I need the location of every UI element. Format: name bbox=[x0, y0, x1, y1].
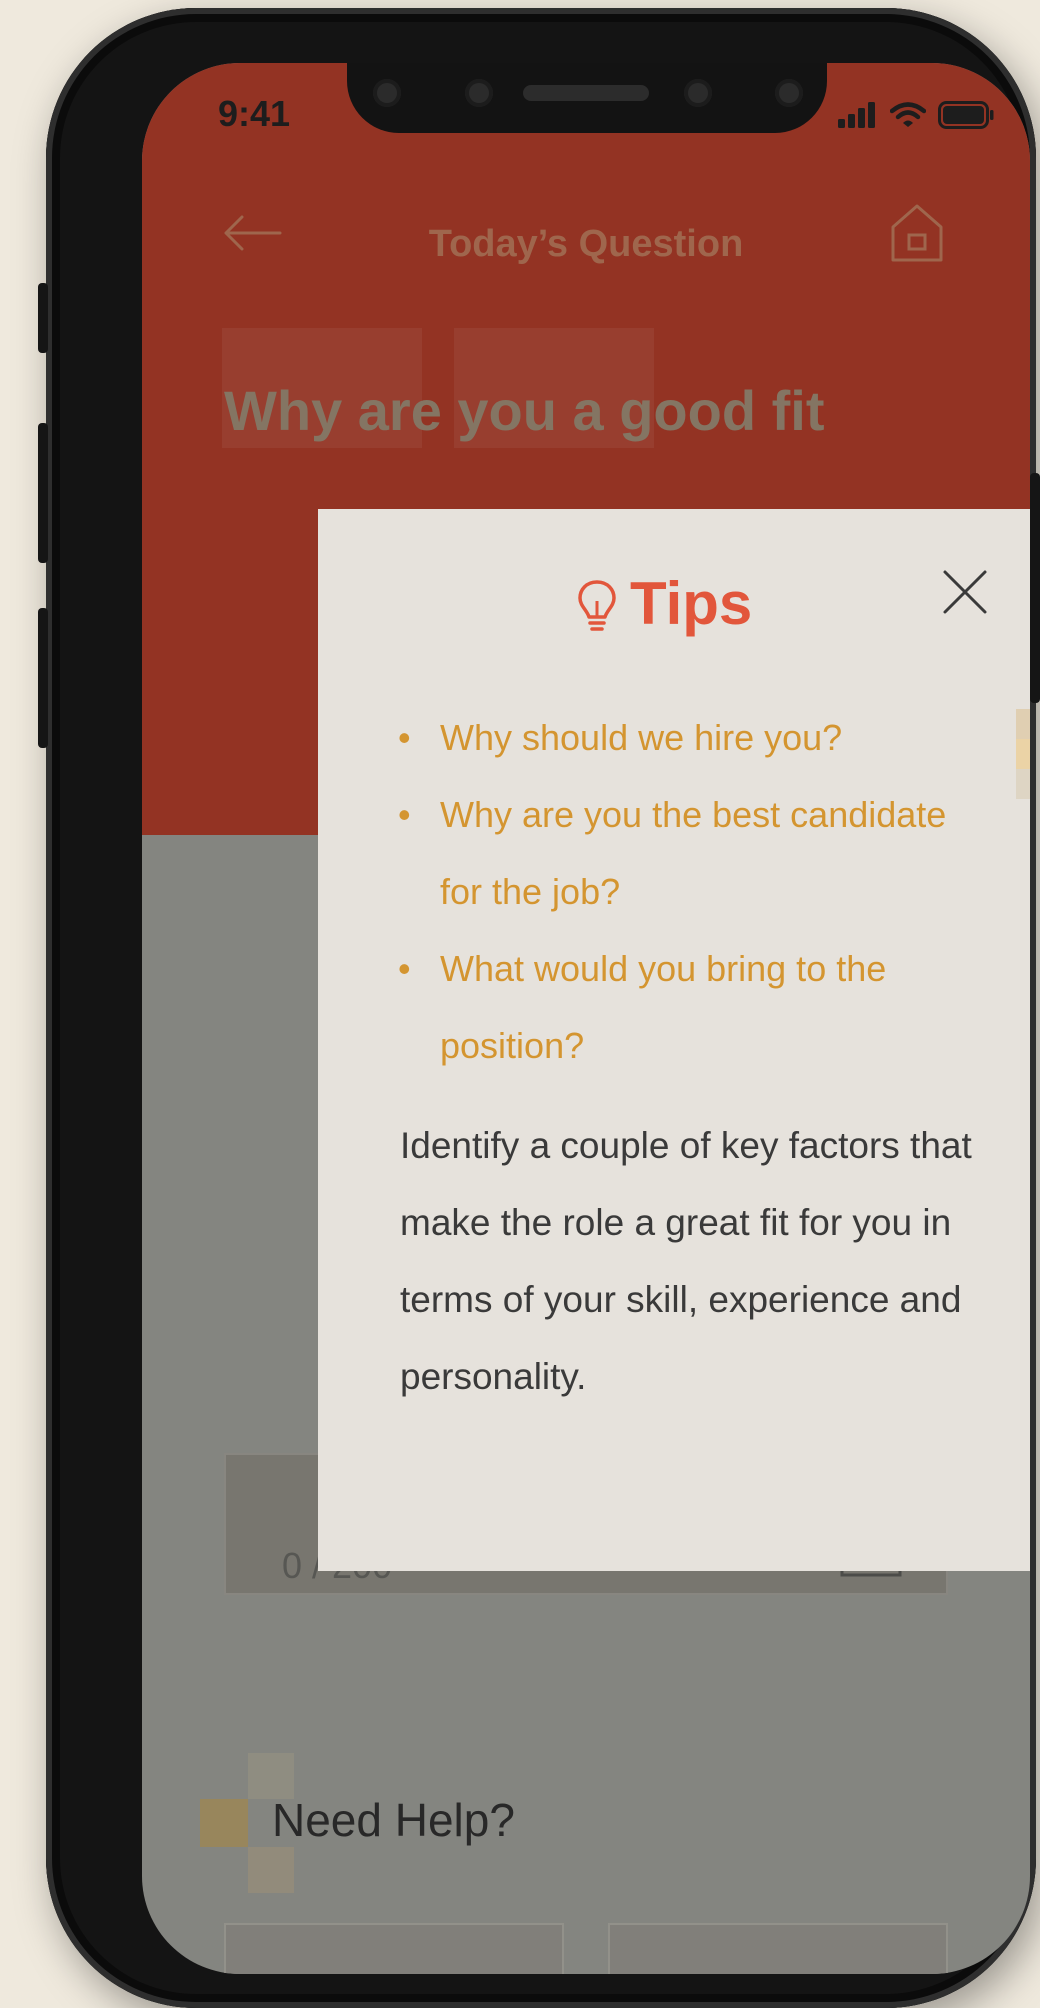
decor-square bbox=[1016, 739, 1030, 769]
modal-header: Tips bbox=[318, 569, 1030, 649]
tip-text: What would you bring to the position? bbox=[440, 948, 887, 1066]
modal-title: Tips bbox=[630, 570, 753, 637]
tip-text: Why should we hire you? bbox=[440, 717, 843, 758]
phone-frame: 9:41 Today’s Question Why are you a good… bbox=[38, 8, 1040, 2008]
bullet-dot: • bbox=[398, 948, 411, 989]
mute-switch bbox=[38, 283, 48, 353]
volume-down-button bbox=[38, 608, 48, 748]
decor-square bbox=[1016, 769, 1030, 799]
tip-text: Why are you the best candidate for the j… bbox=[440, 794, 947, 912]
screen: 9:41 Today’s Question Why are you a good… bbox=[142, 63, 1030, 1974]
tip-item: • Why should we hire you? bbox=[398, 699, 978, 776]
close-icon[interactable] bbox=[942, 569, 988, 615]
tip-item: • Why are you the best candidate for the… bbox=[398, 776, 978, 930]
tips-modal: Tips • Why should we hire you? • Why are… bbox=[318, 509, 1030, 1571]
tips-list: • Why should we hire you? • Why are you … bbox=[398, 699, 978, 1084]
bullet-dot: • bbox=[398, 794, 411, 835]
tips-description: Identify a couple of key factors that ma… bbox=[400, 1125, 972, 1397]
decor-square bbox=[1016, 709, 1030, 739]
tip-item: • What would you bring to the position? bbox=[398, 930, 978, 1084]
bullet-dot: • bbox=[398, 717, 411, 758]
lightbulb-icon bbox=[578, 580, 616, 631]
volume-up-button bbox=[38, 423, 48, 563]
power-button bbox=[1030, 473, 1040, 703]
